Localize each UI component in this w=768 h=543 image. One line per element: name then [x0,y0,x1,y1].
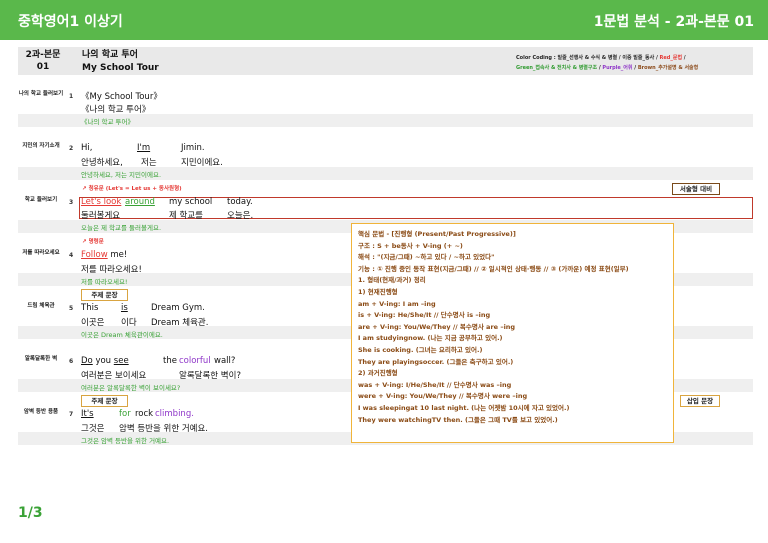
subject-sentence-tag: 주제 문장 [81,289,128,301]
translation: 저를 따라오세요! [81,278,128,286]
translation: 이곳은 Dream 체육관이에요. [81,331,163,339]
sentence-number: 2 [69,145,74,152]
row-label: 지민의 자기소개 [22,143,60,149]
descriptive-tag: 서술형 대비 [672,183,720,195]
translation: 여러분은 알록달록한 벽이 보이세요? [81,384,181,392]
row-label: 알록달록한 벽 [24,356,58,362]
row-label: 저를 따라오세요 [22,250,60,256]
translation: 오늘은 제 학교를 둘러볼게요. [81,224,162,232]
sentence-number: 6 [69,358,74,365]
sentence-number: 5 [69,305,74,312]
korean-gloss: 《나의 학교 투어》 [81,105,151,115]
translation: 그것은 암벽 등반을 위한 거예요. [81,437,170,445]
row-label: 드림 체육관 [27,303,55,309]
section-title: 1문법 분석 - 2과-본문 01 [593,14,754,30]
insert-sentence-tag: 삽입 문장 [680,395,720,407]
english-sentence: 《My School Tour》 [81,92,162,102]
sentence-number: 3 [69,199,74,206]
translation: 안녕하세요, 저는 지민이에요. [81,171,162,179]
row-label: 나의 학교 둘러보기 [18,91,64,97]
top-bar: 중학영어1 이상기 1문법 분석 - 2과-본문 01 [0,0,768,40]
sentence-number: 1 [69,93,74,100]
sentence-number: 4 [69,252,74,259]
lesson-title: 나의 학교 투어 My School Tour [82,50,159,73]
sentence-number: 7 [69,411,74,418]
row-label: 암벽 등반 용품 [23,409,59,415]
translation: 《나의 학교 투어》 [81,118,135,126]
row-label: 학교 둘러보기 [24,197,58,203]
english-sentence: Follow me! [81,250,128,260]
book-title: 중학영어1 이상기 [18,14,123,30]
lesson-header: 2과-본문 01 나의 학교 투어 My School Tour Color C… [18,47,753,75]
grammar-note: ↗ 청유문 (Let's = Let us + 동사원형) [82,186,182,192]
subject-sentence-tag: 주제 문장 [81,395,128,407]
grammar-note: ↗ 명령문 [82,239,104,245]
lesson-code: 2과-본문 01 [25,50,61,72]
color-coding-legend: Color Coding : 밑줄_선행사 & 수식 & 병렬 / 이중 밑줄_… [516,55,699,71]
grammar-explanation-box: 핵심 문법 - [진행형 (Present/Past Progressive)]… [351,223,674,443]
page-number: 1/3 [18,505,43,521]
korean-gloss: 저를 따라오세요! [81,265,142,275]
